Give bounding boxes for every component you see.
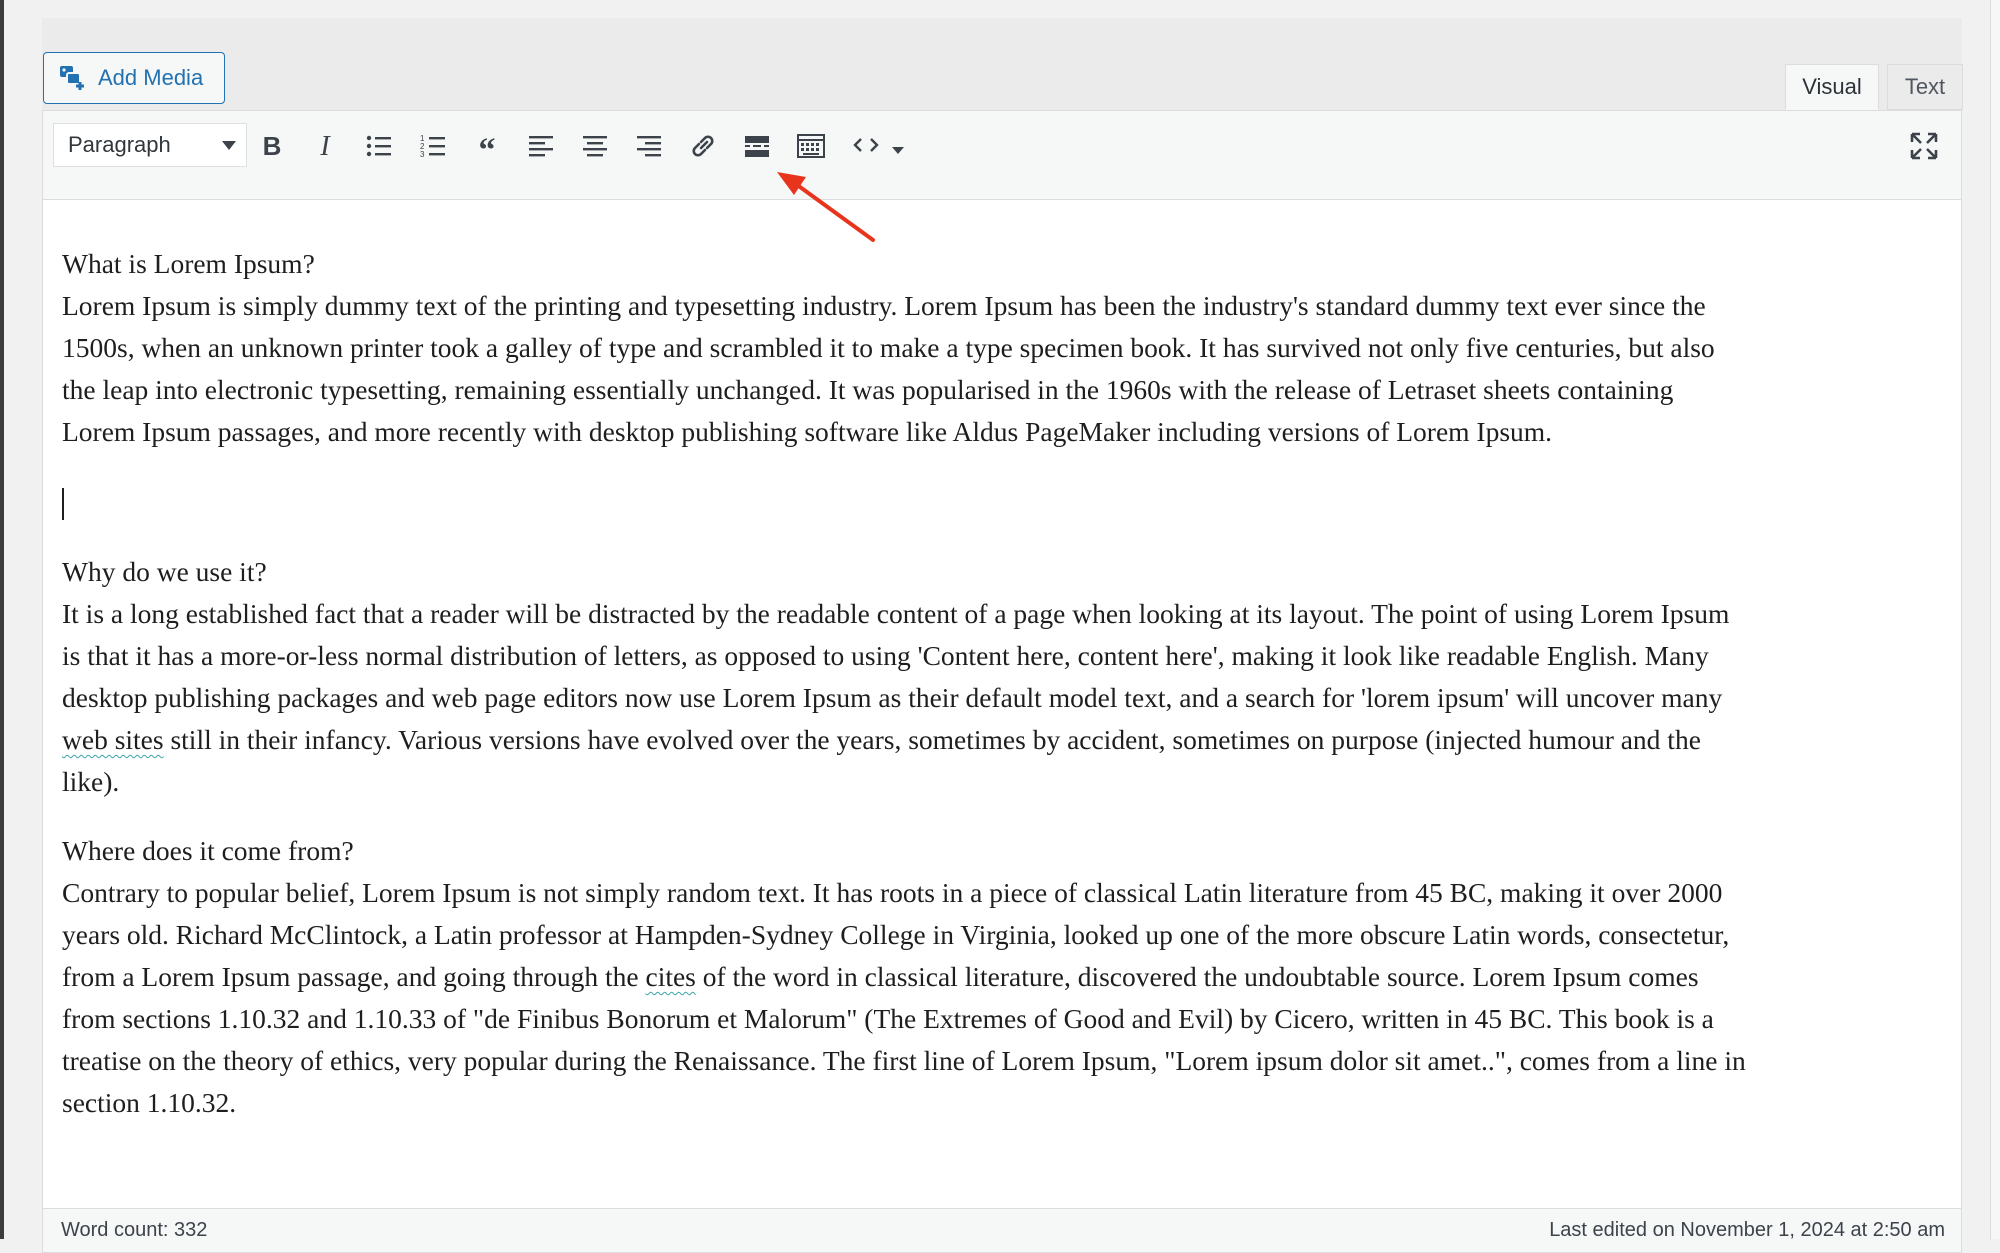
- align-left-button[interactable]: [522, 127, 560, 165]
- fullscreen-button[interactable]: [1905, 127, 1943, 165]
- tab-visual[interactable]: Visual: [1785, 64, 1879, 110]
- bulleted-list-icon: [366, 135, 391, 157]
- align-center-button[interactable]: [576, 127, 614, 165]
- paragraph-line-text: still in their infancy. Various versions…: [163, 724, 1701, 755]
- code-icon: [853, 138, 879, 152]
- editor-status-bar: Word count: 332 Last edited on November …: [42, 1208, 1962, 1253]
- spellcheck-word[interactable]: web sites: [62, 724, 164, 755]
- paragraph-line: the leap into electronic typesetting, re…: [62, 374, 1674, 405]
- post-editor: Add Media Visual Text Paragraph B I 1 2 …: [42, 18, 1963, 1253]
- bold-button[interactable]: B: [253, 127, 291, 165]
- paragraph-line: is that it has a more-or-less normal dis…: [62, 640, 1709, 671]
- media-buttons-bar: [42, 18, 1962, 110]
- code-button[interactable]: [846, 127, 886, 165]
- align-left-icon: [529, 136, 553, 157]
- editor-content-area[interactable]: What is Lorem Ipsum? Lorem Ipsum is simp…: [42, 200, 1962, 1208]
- paragraph-format-select[interactable]: Paragraph: [53, 123, 247, 167]
- paragraph-line: treatise on the theory of ethics, very p…: [62, 1045, 1746, 1076]
- paragraph-line: It is a long established fact that a rea…: [62, 598, 1730, 629]
- paragraph-line: years old. Richard McClintock, a Latin p…: [62, 919, 1730, 950]
- italic-icon: I: [319, 131, 331, 161]
- paragraph-line: from sections 1.10.32 and 1.10.33 of "de…: [62, 1003, 1714, 1034]
- paragraph-line: from a Lorem Ipsum passage, and going th…: [62, 956, 1952, 998]
- italic-button[interactable]: I: [306, 127, 344, 165]
- heading-why-use: Why do we use it?: [62, 556, 267, 587]
- svg-text:3: 3: [420, 150, 425, 159]
- svg-text:I: I: [319, 131, 331, 161]
- insert-link-button[interactable]: [684, 127, 722, 165]
- paragraph-line: Contrary to popular belief, Lorem Ipsum …: [62, 877, 1723, 908]
- toolbar-toggle-icon: [797, 134, 825, 158]
- paragraph-line: section 1.10.32.: [62, 1087, 237, 1118]
- align-center-icon: [583, 136, 607, 157]
- insert-read-more-button[interactable]: [738, 127, 776, 165]
- paragraph-line: desktop publishing packages and web page…: [62, 682, 1723, 713]
- paragraph-line-text: from a Lorem Ipsum passage, and going th…: [62, 961, 646, 992]
- bold-icon: B: [263, 131, 282, 161]
- heading-what-is: What is Lorem Ipsum?: [62, 248, 315, 279]
- window-right-edge: [1990, 0, 2000, 1239]
- svg-text:“: “: [479, 132, 496, 161]
- formatting-toolbar: Paragraph B I 1 2 3 “: [42, 110, 1962, 200]
- svg-text:B: B: [263, 131, 282, 161]
- chevron-down-icon: [222, 141, 236, 150]
- add-media-label: Add Media: [98, 65, 204, 90]
- numbered-list-button[interactable]: 1 2 3: [414, 127, 452, 165]
- add-media-icon: [60, 66, 84, 90]
- tab-text[interactable]: Text: [1887, 64, 1963, 110]
- numbered-list-icon: 1 2 3: [420, 134, 445, 159]
- paragraph-line: web sites still in their infancy. Variou…: [62, 719, 1952, 761]
- align-right-icon: [637, 136, 661, 157]
- read-more-icon: [745, 136, 769, 157]
- fullscreen-icon: [1910, 132, 1938, 160]
- align-right-button[interactable]: [630, 127, 668, 165]
- paragraph-line-text: of the word in classical literature, dis…: [695, 961, 1699, 992]
- paragraph-line: like).: [62, 766, 120, 797]
- spellcheck-word[interactable]: cites: [645, 961, 695, 992]
- bulleted-list-button[interactable]: [360, 127, 398, 165]
- toolbar-toggle-button[interactable]: [792, 127, 830, 165]
- paragraph-line: Lorem Ipsum passages, and more recently …: [62, 416, 1553, 447]
- link-icon: [692, 135, 714, 157]
- text-cursor: [62, 488, 64, 520]
- window-left-edge: [0, 0, 4, 1239]
- blockquote-icon: “: [479, 132, 496, 161]
- blockquote-button[interactable]: “: [468, 127, 506, 165]
- format-select-value: Paragraph: [68, 132, 171, 157]
- paragraph-line: 1500s, when an unknown printer took a ga…: [62, 332, 1715, 363]
- add-media-button[interactable]: Add Media: [43, 52, 225, 104]
- dropdown-caret-icon: [892, 147, 904, 154]
- code-dropdown-button[interactable]: [886, 127, 910, 165]
- paragraph-line: Lorem Ipsum is simply dummy text of the …: [62, 290, 1706, 321]
- heading-where-from: Where does it come from?: [62, 835, 354, 866]
